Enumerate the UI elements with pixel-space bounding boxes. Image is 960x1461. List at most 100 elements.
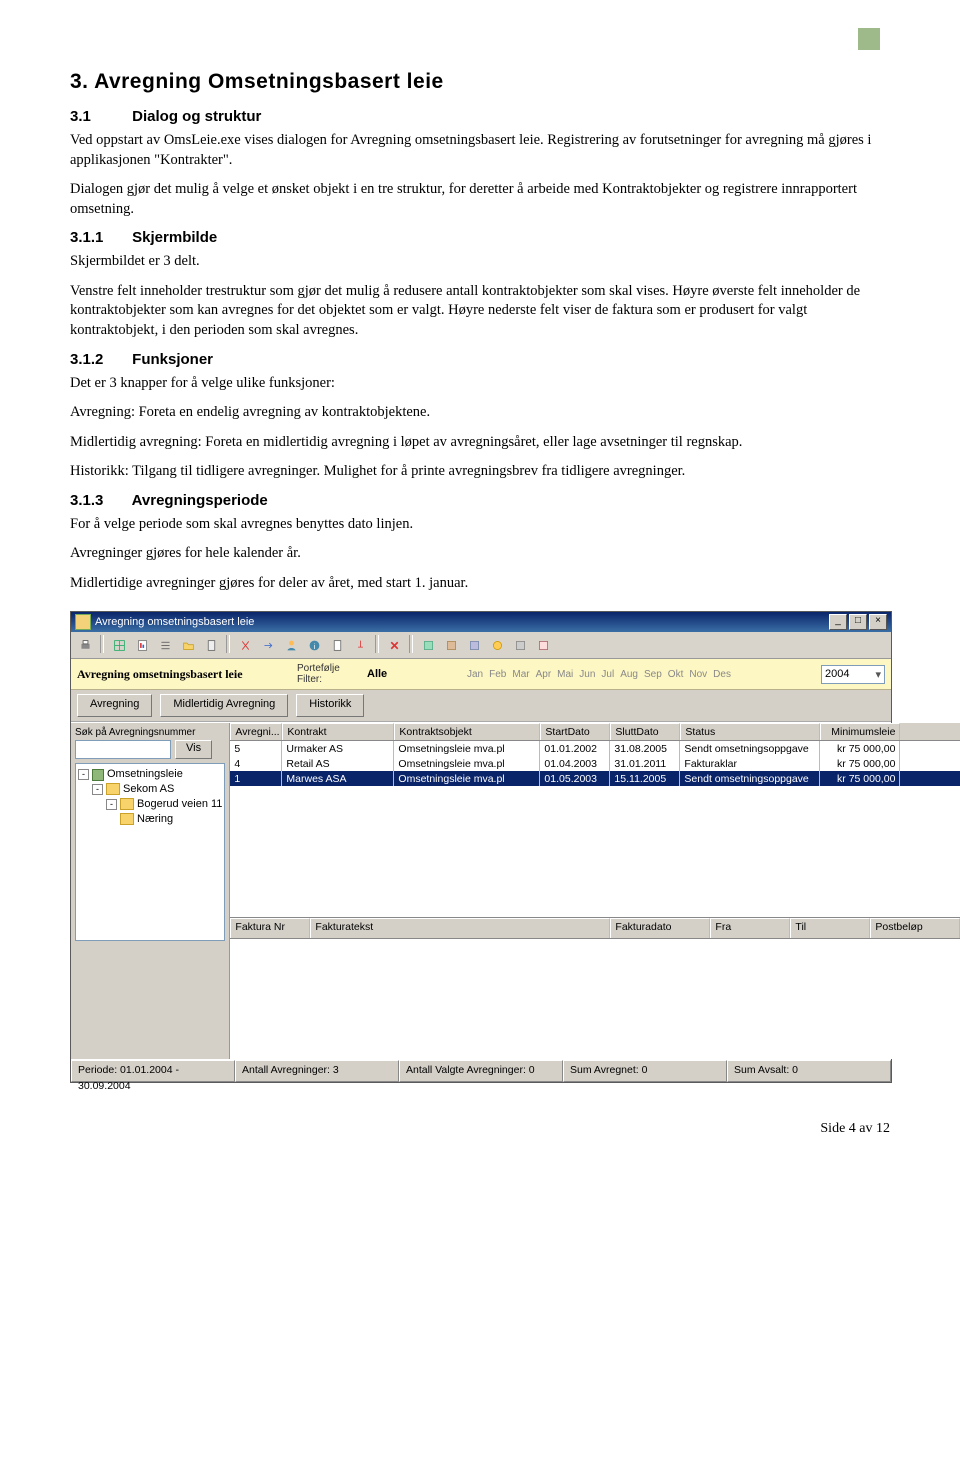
- grid-icon[interactable]: [109, 635, 129, 655]
- collapse-icon[interactable]: -: [78, 769, 89, 780]
- cancel-icon[interactable]: [384, 635, 404, 655]
- cell: Retail AS: [282, 756, 394, 771]
- month[interactable]: Jun: [579, 669, 595, 680]
- col-fra[interactable]: Fra: [710, 918, 790, 938]
- cell: 01.01.2002: [540, 741, 610, 756]
- heading-3: 3. Avregning Omsetningsbasert leie: [70, 70, 890, 94]
- tree-node[interactable]: Bogerud veien 11: [137, 798, 222, 810]
- para: Avregninger gjøres for hele kalender år.: [70, 544, 890, 564]
- col-startdato[interactable]: StartDato: [540, 723, 610, 740]
- col-kontraktsobjekt[interactable]: Kontraktsobjekt: [394, 723, 540, 740]
- month[interactable]: Mar: [512, 669, 529, 680]
- user-icon[interactable]: [281, 635, 301, 655]
- para: Skjermbildet er 3 delt.: [70, 252, 890, 272]
- report-icon[interactable]: [132, 635, 152, 655]
- cell: Omsetningsleie mva.pl: [394, 771, 540, 786]
- para: For å velge periode som skal avregnes be…: [70, 515, 890, 535]
- cell: 01.05.2003: [540, 771, 610, 786]
- tool-a-icon[interactable]: [418, 635, 438, 655]
- table-row[interactable]: 5 Urmaker AS Omsetningsleie mva.pl 01.01…: [230, 741, 960, 756]
- status-valgte: Antall Valgte Avregninger: 0: [399, 1060, 563, 1082]
- grid-header: Avregni... Kontrakt Kontraktsobjekt Star…: [230, 723, 960, 741]
- midlertidig-avregning-button[interactable]: Midlertidig Avregning: [160, 694, 288, 717]
- vis-button[interactable]: Vis: [175, 740, 212, 759]
- cell: Fakturaklar: [680, 756, 820, 771]
- search-input[interactable]: [75, 740, 171, 759]
- heading-3-1-1: 3.1.1 Skjermbilde: [70, 229, 890, 246]
- info-icon[interactable]: i: [304, 635, 324, 655]
- dialog-title: Avregning omsetningsbasert leie: [77, 667, 287, 682]
- collapse-icon[interactable]: -: [92, 784, 103, 795]
- maximize-button[interactable]: □: [849, 614, 867, 630]
- cut-icon[interactable]: [235, 635, 255, 655]
- collapse-icon[interactable]: -: [106, 799, 117, 810]
- tool-e-icon[interactable]: [510, 635, 530, 655]
- tool-f-icon[interactable]: [533, 635, 553, 655]
- col-fakturanr[interactable]: Faktura Nr: [230, 918, 310, 938]
- calc-icon[interactable]: [201, 635, 221, 655]
- minimize-button[interactable]: _: [829, 614, 847, 630]
- col-sluttdato[interactable]: SluttDato: [610, 723, 680, 740]
- col-minimumsleie[interactable]: Minimumsleie: [820, 723, 900, 740]
- historikk-button[interactable]: Historikk: [296, 694, 364, 717]
- col-fakturatekst[interactable]: Fakturatekst: [310, 918, 610, 938]
- doc-icon[interactable]: [327, 635, 347, 655]
- cell: Omsetningsleie mva.pl: [394, 756, 540, 771]
- month[interactable]: Apr: [536, 669, 552, 680]
- tree-node[interactable]: Sekom AS: [123, 783, 174, 795]
- para: Det er 3 knapper for å velge ulike funks…: [70, 374, 890, 394]
- col-avregning[interactable]: Avregni...: [230, 723, 282, 740]
- tool-c-icon[interactable]: [464, 635, 484, 655]
- month[interactable]: Okt: [668, 669, 684, 680]
- close-button[interactable]: ×: [869, 614, 887, 630]
- month[interactable]: Jul: [601, 669, 614, 680]
- folder-icon[interactable]: [178, 635, 198, 655]
- secnum: 3.1: [70, 108, 128, 125]
- cell: 15.11.2005: [610, 771, 680, 786]
- month[interactable]: Des: [713, 669, 731, 680]
- col-postbelop[interactable]: Postbeløp: [870, 918, 960, 938]
- tool-b-icon[interactable]: [441, 635, 461, 655]
- col-kontrakt[interactable]: Kontrakt: [282, 723, 394, 740]
- chevron-down-icon: ▾: [875, 668, 881, 681]
- tree-node[interactable]: Omsetningsleie: [107, 768, 183, 780]
- right-panel: Avregni... Kontrakt Kontraktsobjekt Star…: [230, 723, 960, 1059]
- tool-d-icon[interactable]: [487, 635, 507, 655]
- month[interactable]: Aug: [620, 669, 638, 680]
- object-tree[interactable]: -Omsetningsleie -Sekom AS -Bogerud veien…: [75, 763, 225, 941]
- col-status[interactable]: Status: [680, 723, 820, 740]
- print-icon[interactable]: [75, 635, 95, 655]
- cell: 5: [230, 741, 282, 756]
- table-row-selected[interactable]: 1 Marwes ASA Omsetningsleie mva.pl 01.05…: [230, 771, 960, 786]
- tree-node[interactable]: Næring: [137, 813, 173, 825]
- avregning-button[interactable]: Avregning: [77, 694, 152, 717]
- arrow-right-icon[interactable]: [258, 635, 278, 655]
- col-fakturadato[interactable]: Fakturadato: [610, 918, 710, 938]
- window-title: Avregning omsetningsbasert leie: [95, 616, 254, 628]
- grid-body[interactable]: 5 Urmaker AS Omsetningsleie mva.pl 01.01…: [230, 741, 960, 918]
- titlebar: Avregning omsetningsbasert leie _ □ ×: [71, 612, 891, 632]
- year-value: 2004: [825, 668, 849, 680]
- table-row[interactable]: 4 Retail AS Omsetningsleie mva.pl 01.04.…: [230, 756, 960, 771]
- sectitle: Dialog og struktur: [132, 108, 261, 125]
- heading-3-1: 3.1 Dialog og struktur: [70, 108, 890, 125]
- month-strip[interactable]: Jan Feb Mar Apr Mai Jun Jul Aug Sep Okt …: [467, 669, 811, 680]
- month[interactable]: Feb: [489, 669, 506, 680]
- toolbar: i: [71, 632, 891, 659]
- month[interactable]: Mai: [557, 669, 573, 680]
- para: Midlertidig avregning: Foreta en midlert…: [70, 433, 890, 453]
- cell: 1: [230, 771, 282, 786]
- pin-icon[interactable]: [350, 635, 370, 655]
- invoice-grid-body[interactable]: [230, 938, 960, 1059]
- col-til[interactable]: Til: [790, 918, 870, 938]
- label: Portefølje: [297, 663, 357, 674]
- month[interactable]: Jan: [467, 669, 483, 680]
- heading-3-1-3: 3.1.3 Avregningsperiode: [70, 492, 890, 509]
- year-select[interactable]: 2004 ▾: [821, 665, 885, 684]
- list-icon[interactable]: [155, 635, 175, 655]
- cell: 4: [230, 756, 282, 771]
- month[interactable]: Sep: [644, 669, 662, 680]
- para: Avregning: Foreta en endelig avregning a…: [70, 403, 890, 423]
- month[interactable]: Nov: [689, 669, 707, 680]
- portfolio-labels: Portefølje Filter:: [297, 663, 357, 685]
